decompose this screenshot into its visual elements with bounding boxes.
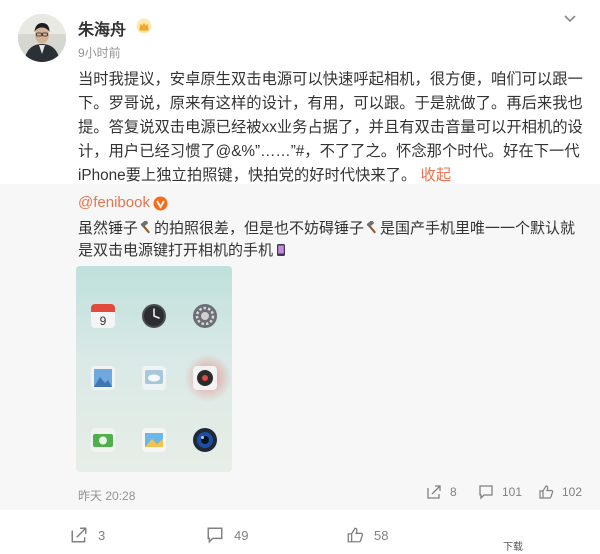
like-icon <box>539 485 554 499</box>
repost-text-part2: 的拍照很差，但是也不妨碍锤子 <box>154 220 365 237</box>
repost-card[interactable]: @fenibook 虽然锤子 的拍照很差，但是也不妨碍锤子 是国产手机里唯一一个默认… <box>0 184 600 510</box>
collapse-link[interactable]: 收起 <box>421 167 452 184</box>
svg-text:9: 9 <box>100 314 107 328</box>
repost-like-button[interactable]: 102 <box>538 484 582 500</box>
lens-app-icon <box>193 428 217 452</box>
crown-icon <box>136 18 152 34</box>
repost-username[interactable]: @fenibook <box>78 194 150 211</box>
clock-app-icon <box>142 304 166 328</box>
like-button[interactable]: 58 <box>346 526 388 544</box>
repost-text-part1: 虽然锤子 <box>78 220 139 237</box>
username[interactable]: 朱海舟 <box>78 16 126 40</box>
comment-icon <box>207 527 223 544</box>
weibo-post: 朱海舟 9小时前 当时我提议，安卓原生双击电源可以快速呼起相机，很方便，咱们可以… <box>0 0 600 554</box>
repost-photo[interactable]: 9 <box>76 266 232 472</box>
repost-text: 虽然锤子 的拍照很差，但是也不妨碍锤子 是国产手机里唯一一个默认就是双击电源键打开相… <box>78 218 584 262</box>
hammer-emoji-icon <box>366 221 377 234</box>
forward-count: 3 <box>98 527 106 543</box>
post-time[interactable]: 9小时前 <box>78 44 121 61</box>
comment-icon <box>479 485 493 500</box>
verified-badge-icon <box>153 196 168 211</box>
repost-icon <box>71 527 87 543</box>
repost-comment-count: 101 <box>502 485 523 499</box>
action-bar: 3 49 58 下载 <box>0 510 600 554</box>
phone-emoji-icon <box>277 244 286 256</box>
weather-app-icon <box>142 366 166 390</box>
camera-app-icon <box>91 428 115 452</box>
like-count: 58 <box>374 527 389 543</box>
repost-time[interactable]: 昨天 20:28 <box>78 487 135 504</box>
pictures-app-icon <box>142 428 166 452</box>
like-icon <box>347 527 364 543</box>
avatar[interactable] <box>18 14 66 62</box>
chevron-down-icon[interactable] <box>562 12 578 26</box>
repost-icon <box>427 485 441 499</box>
forward-button[interactable]: 3 <box>70 526 105 544</box>
hammer-emoji-icon <box>140 221 150 234</box>
repost-like-count: 102 <box>562 485 583 499</box>
settings-app-icon <box>193 304 217 328</box>
comment-button[interactable]: 49 <box>206 526 248 544</box>
repost-forward-count: 8 <box>450 485 457 499</box>
post-body: 当时我提议，安卓原生双击电源可以快速呼起相机，很方便，咱们可以跟一下。罗哥说，原… <box>78 71 583 184</box>
gallery-app-icon <box>91 366 115 390</box>
post-text: 当时我提议，安卓原生双击电源可以快速呼起相机，很方便，咱们可以跟一下。罗哥说，原… <box>78 68 584 188</box>
comment-count: 49 <box>234 527 249 543</box>
repost-comment-button[interactable]: 101 <box>478 484 522 500</box>
recorder-app-icon <box>193 366 217 390</box>
calendar-app-icon: 9 <box>91 304 115 328</box>
download-label[interactable]: 下载 <box>503 538 523 553</box>
repost-forward-button[interactable]: 8 <box>426 484 457 500</box>
